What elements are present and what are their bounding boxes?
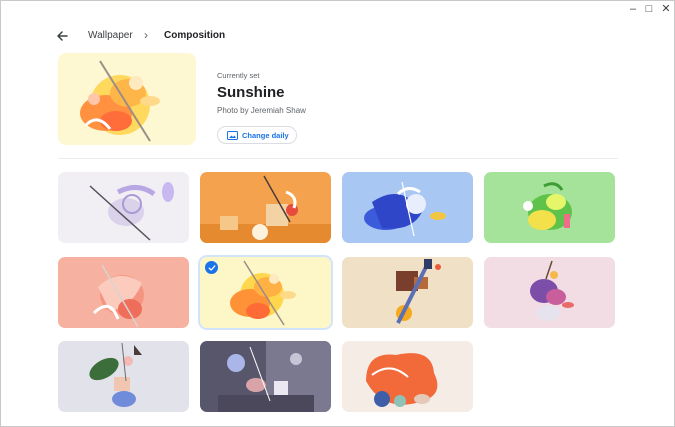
wallpaper-tile[interactable] [484,172,615,243]
current-wallpaper-preview [58,53,196,145]
breadcrumb-wallpaper[interactable]: Wallpaper [88,30,133,41]
wallpaper-window: – □ ✕ Wallpaper › Composition Currently … [0,0,675,427]
arrow-back-icon [57,31,68,41]
minimize-button[interactable]: – [625,2,641,16]
chevron-right-icon: › [144,28,148,42]
wallpaper-tile[interactable] [342,257,473,328]
title-bar: – □ ✕ [1,1,674,19]
wallpaper-coral-ribbons [58,257,189,328]
change-daily-button[interactable]: Change daily [217,126,297,144]
check-icon [208,264,215,271]
photo-credit: Photo by Jeremiah Shaw [217,106,306,115]
wallpaper-tile[interactable] [342,172,473,243]
wallpaper-white-lilac [58,172,189,243]
maximize-button[interactable]: □ [641,2,657,16]
wallpaper-grey-leaf [58,341,189,412]
wallpaper-tile[interactable] [58,341,189,412]
wallpaper-beige-blocks [342,257,473,328]
back-button[interactable] [53,27,71,45]
current-label: Currently set [217,71,260,80]
wallpaper-tile[interactable] [342,341,473,412]
wallpaper-tile[interactable] [484,257,615,328]
wallpaper-orange-blob [342,341,473,412]
wallpaper-pink-petals [484,257,615,328]
close-button[interactable]: ✕ [658,2,674,16]
wallpaper-tile-selected[interactable] [200,257,331,328]
photo-icon [227,130,238,140]
wallpaper-green-splash [484,172,615,243]
wallpaper-slate-objects [200,341,331,412]
change-daily-label: Change daily [242,130,289,140]
wallpaper-tile[interactable] [58,257,189,328]
current-title: Sunshine [217,84,285,101]
wallpaper-orange-shapes [200,172,331,243]
breadcrumb-composition: Composition [164,30,226,41]
divider [58,158,618,159]
wallpaper-blue-swirl [342,172,473,243]
wallpaper-sunshine [200,257,331,328]
wallpaper-tile[interactable] [200,341,331,412]
wallpaper-tile[interactable] [58,172,189,243]
wallpaper-tile[interactable] [200,172,331,243]
selected-check-badge [205,261,218,274]
